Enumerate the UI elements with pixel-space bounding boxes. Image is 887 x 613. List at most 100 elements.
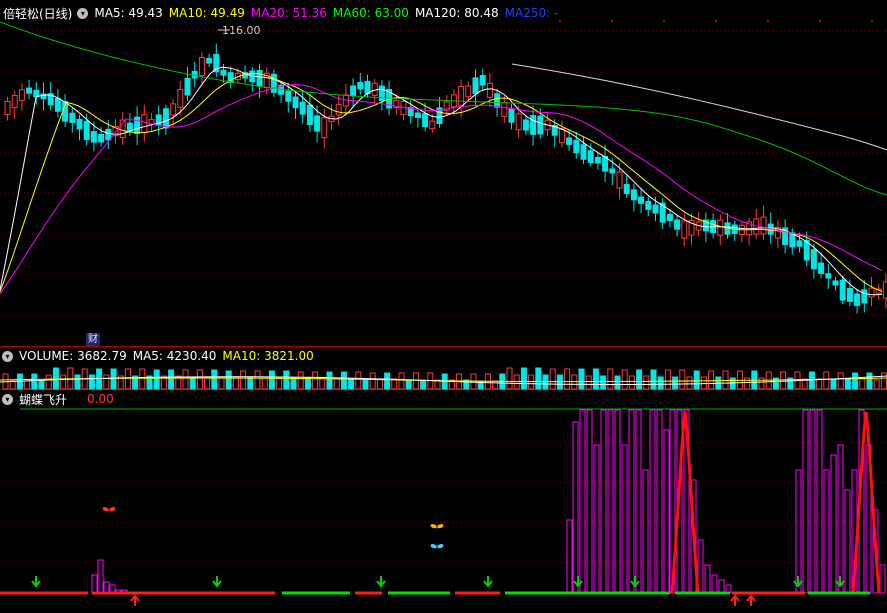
volume-bar <box>240 370 247 390</box>
volume-bar <box>326 371 333 390</box>
volume-bar <box>319 377 326 390</box>
candle-body <box>177 88 184 108</box>
indicator-bar <box>579 409 586 594</box>
volume-bar <box>254 370 261 390</box>
indicator-bar <box>823 469 830 594</box>
candle-body <box>810 249 817 270</box>
candle-body <box>162 108 169 129</box>
indicator-bar <box>718 579 725 594</box>
indicator-bar <box>614 409 621 594</box>
volume-bar <box>110 368 117 390</box>
volume-bar <box>355 371 362 390</box>
candle-body <box>378 85 385 102</box>
volume-bar <box>290 377 297 390</box>
candle-body <box>26 87 33 94</box>
candle-body <box>580 144 587 160</box>
volume-bar <box>211 369 218 390</box>
candle-body <box>652 204 659 214</box>
indicator-bar <box>837 444 844 594</box>
sell-arrow-icon <box>746 594 756 606</box>
volume-bar <box>384 372 391 390</box>
candle-body <box>90 131 97 143</box>
indicator-bar <box>649 409 656 594</box>
candle-body <box>522 119 529 131</box>
volume-bar <box>859 378 866 390</box>
volume-bar <box>348 378 355 390</box>
indicator-bar <box>879 564 886 594</box>
volume-bar <box>333 378 340 390</box>
candle-body <box>861 289 868 304</box>
candle-body <box>796 240 803 247</box>
volume-bar <box>189 376 196 390</box>
volume-bar <box>297 371 304 390</box>
volume-bar <box>636 369 643 390</box>
indicator-bar <box>642 469 649 594</box>
candle-body <box>54 97 61 112</box>
volume-bar <box>376 378 383 390</box>
candle-body <box>508 108 515 123</box>
candle-body <box>414 112 421 118</box>
volume-bar <box>247 376 254 390</box>
indicator-spike <box>670 411 700 594</box>
volume-bar <box>369 372 376 390</box>
volume-bar <box>693 370 700 390</box>
ma60-line <box>0 21 887 196</box>
candle-body <box>623 184 630 194</box>
ma10-line <box>0 72 883 293</box>
sell-arrow-icon <box>130 594 140 606</box>
candle-body <box>486 82 493 98</box>
volume-bar <box>52 367 59 390</box>
volume-bar <box>657 376 664 390</box>
indicator-bar <box>586 409 593 594</box>
volume-bar <box>420 379 427 390</box>
volume-bar <box>578 368 585 390</box>
volume-bar <box>304 377 311 390</box>
candle-body <box>18 89 25 101</box>
candle-body <box>472 77 479 94</box>
candle-body <box>256 69 263 87</box>
indicator-bar <box>704 564 711 594</box>
candle-body <box>364 80 371 95</box>
candle-body <box>292 96 299 109</box>
volume-bar <box>412 372 419 390</box>
candle-body <box>645 200 652 210</box>
volume-bar <box>261 377 268 390</box>
indicator-bar <box>795 469 802 594</box>
candle-body <box>184 77 191 96</box>
buy-arrow-icon <box>376 576 386 588</box>
candle-body <box>630 189 637 201</box>
volume-bar <box>168 369 175 390</box>
volume-bar <box>729 377 736 390</box>
volume-bar <box>340 371 347 390</box>
candle-body <box>350 85 357 97</box>
candle-body <box>335 104 342 116</box>
candle-body <box>321 117 328 139</box>
volume-bar <box>708 370 715 390</box>
stock-chart-canvas[interactable] <box>0 0 887 613</box>
candle-body <box>566 137 573 145</box>
volume-bar <box>830 378 837 390</box>
indicator-bar <box>91 574 98 594</box>
candle-body <box>134 116 141 134</box>
buy-arrow-icon <box>212 576 222 588</box>
indicator-bar <box>656 409 663 594</box>
volume-bar <box>153 369 160 390</box>
candle-body <box>270 73 277 93</box>
candle-body <box>825 273 832 279</box>
volume-bar <box>196 369 203 390</box>
volume-bar <box>88 374 95 390</box>
volume-bar <box>621 369 628 390</box>
ma5-line <box>0 66 883 296</box>
volume-bar <box>549 368 556 390</box>
indicator-bar <box>802 409 809 594</box>
candle-body <box>573 139 580 154</box>
indicator-bar <box>593 444 600 594</box>
indicator-bar <box>621 444 628 594</box>
candle-body <box>198 57 205 76</box>
indicator-bar <box>628 409 635 594</box>
candle-body <box>846 287 853 302</box>
volume-bar <box>758 377 765 390</box>
ma120-line <box>511 63 887 151</box>
volume-bar <box>312 371 319 390</box>
volume-bar <box>650 369 657 390</box>
